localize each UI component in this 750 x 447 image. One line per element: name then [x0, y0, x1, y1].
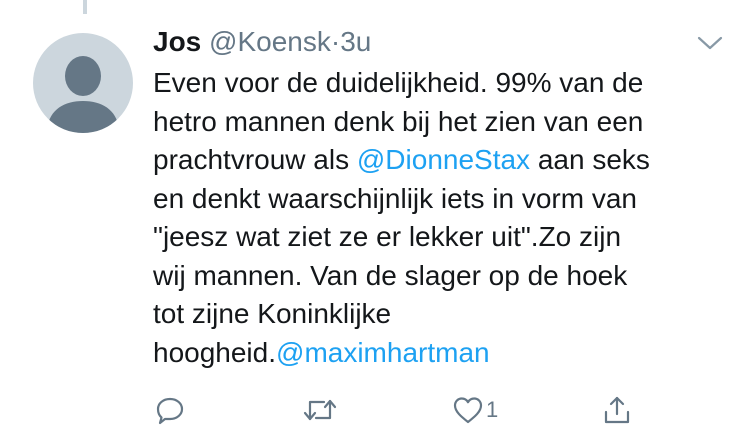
tweet-text-line: "jeesz wat ziet ze er lekker uit".Zo zij…	[153, 221, 622, 252]
author-handle[interactable]: @Koensk	[209, 26, 331, 57]
reply-button[interactable]	[155, 390, 185, 430]
like-button[interactable]: 1	[452, 390, 498, 430]
reply-icon	[156, 397, 184, 425]
tweet-text-line: wij mannen. Van de slager op de hoek	[153, 259, 628, 291]
tweet-text-segment: aan seks	[530, 144, 650, 175]
tweet-text-segment: prachtvrouw als	[153, 144, 357, 175]
avatar[interactable]	[33, 33, 133, 133]
action-bar: 1	[0, 390, 750, 430]
tweet-text: Even voor de duidelijkheid. 99% van de h…	[153, 64, 733, 372]
mention-link-maximhartman[interactable]: @maximhartman	[276, 337, 490, 368]
timestamp[interactable]: 3u	[340, 26, 371, 57]
share-button[interactable]	[602, 390, 632, 430]
retweet-button[interactable]	[302, 390, 338, 430]
tweet[interactable]: Jos @Koensk·3u Even voor de duidelijkhei…	[0, 0, 750, 447]
tweet-text-line: Even voor de duidelijkheid. 99% van de	[153, 67, 644, 98]
default-profile-icon	[47, 56, 119, 133]
author-name[interactable]: Jos	[153, 26, 201, 57]
tweet-text-line: en denkt waarschijnlijk iets in vorm van	[153, 182, 637, 214]
mention-link-dionnestax[interactable]: @DionneStax	[357, 144, 530, 175]
thread-connector-line	[83, 0, 87, 14]
tweet-header: Jos @Koensk·3u	[153, 24, 371, 60]
tweet-text-line: hetro mannen denk bij het zien van een	[153, 105, 644, 137]
tweet-text-line: hoogheid.@maximhartman	[153, 334, 733, 373]
more-options-chevron-down-icon[interactable]	[697, 36, 723, 50]
tweet-text-line: tot zijne Koninklijke	[153, 298, 392, 329]
tweet-text-segment: hoogheid.	[153, 336, 277, 368]
like-count: 1	[486, 397, 499, 422]
heart-icon	[453, 397, 483, 424]
share-icon	[604, 396, 630, 424]
separator-dot: ·	[330, 26, 341, 57]
tweet-text-line: prachtvrouw als @DionneStax aan seks	[153, 141, 733, 180]
retweet-icon	[303, 399, 337, 421]
